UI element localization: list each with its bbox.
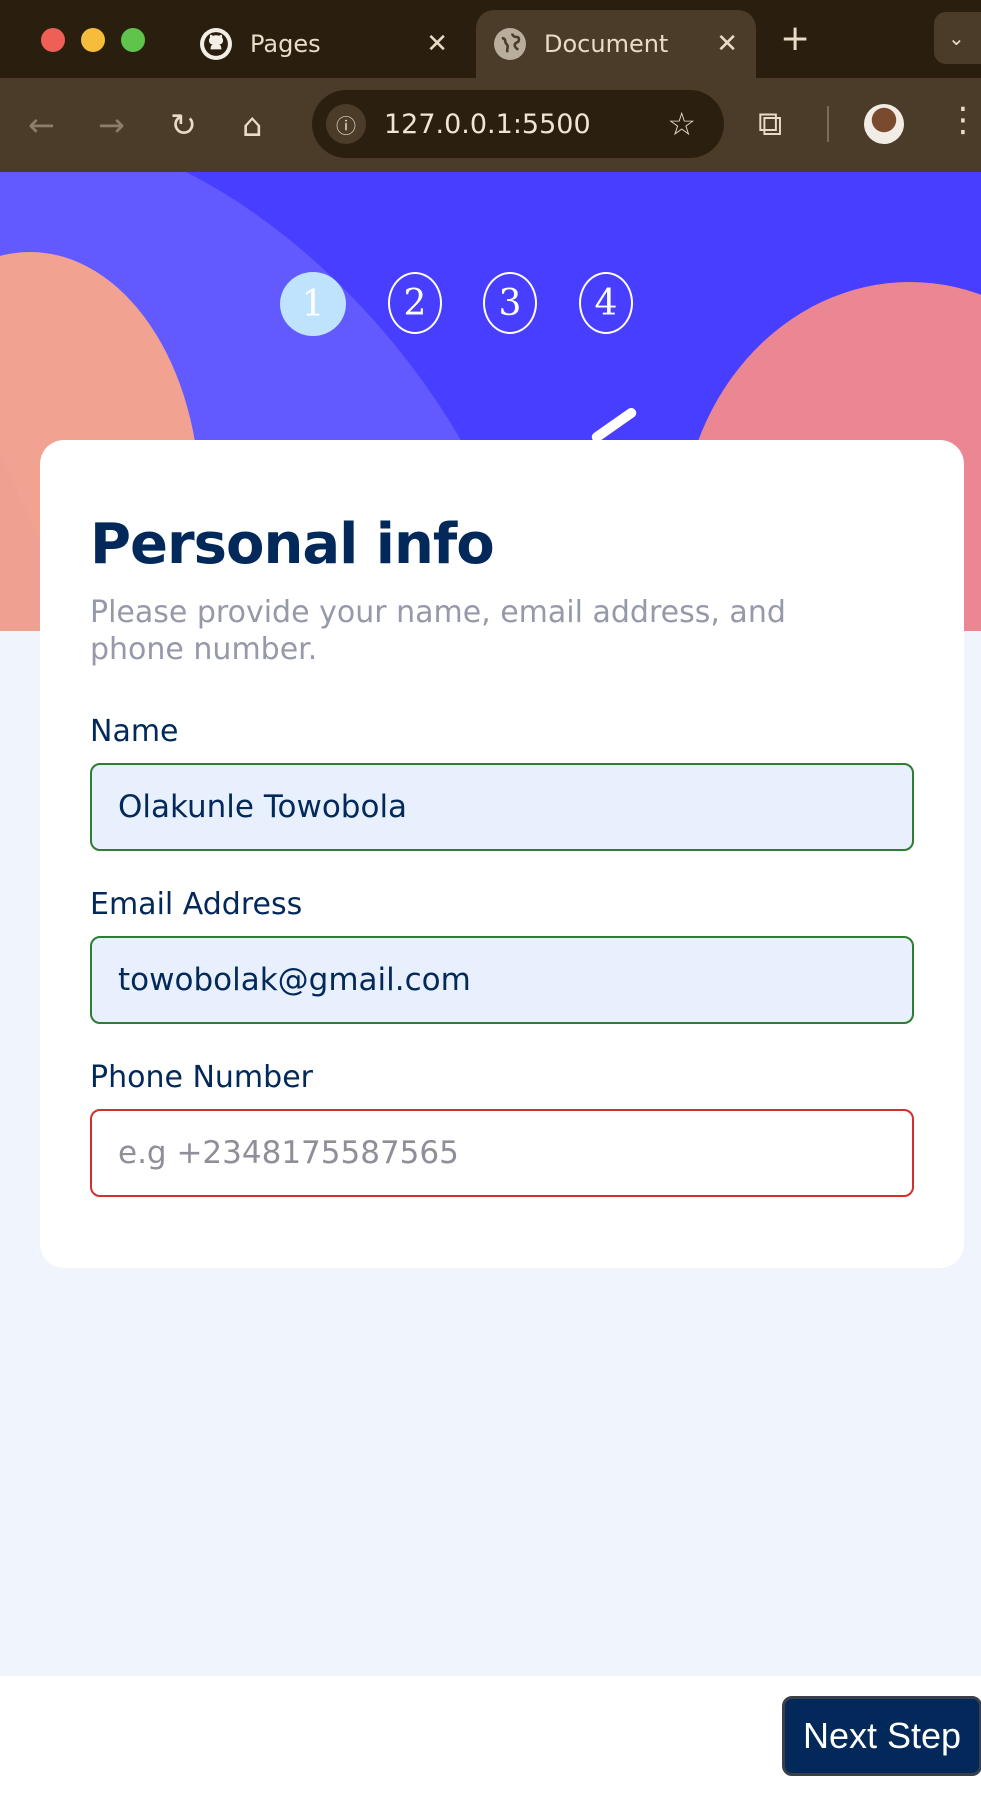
page-title: Personal info	[90, 512, 495, 577]
new-tab-button[interactable]: +	[780, 18, 810, 59]
tab-title: Pages	[250, 30, 321, 58]
form-footer: Next Step	[0, 1676, 981, 1796]
toolbar-divider	[827, 106, 829, 142]
tab-document[interactable]: Document ✕	[476, 10, 756, 78]
globe-icon	[494, 28, 526, 60]
step-3[interactable]: 3	[483, 272, 537, 334]
reload-icon[interactable]: ↻	[170, 106, 197, 144]
email-input[interactable]	[90, 936, 914, 1024]
step-4[interactable]: 4	[579, 272, 633, 334]
maximize-window-button[interactable]	[121, 28, 145, 52]
tab-title: Document	[544, 30, 669, 58]
url-text[interactable]: 127.0.0.1:5500	[384, 109, 667, 140]
close-window-button[interactable]	[41, 28, 65, 52]
tab-search-chevron-icon[interactable]: ⌄	[934, 12, 981, 64]
name-label: Name	[90, 714, 179, 749]
next-step-button[interactable]: Next Step	[782, 1696, 981, 1776]
step-1[interactable]: 1	[280, 272, 346, 336]
step-2[interactable]: 2	[388, 272, 442, 334]
profile-avatar[interactable]	[864, 104, 904, 144]
step-indicator: 1 2 3 4	[0, 272, 981, 336]
extensions-puzzle-icon[interactable]: ⧉	[758, 104, 782, 144]
email-label: Email Address	[90, 887, 303, 922]
site-info-icon[interactable]: ⓘ	[326, 104, 366, 144]
name-input[interactable]	[90, 763, 914, 851]
phone-label: Phone Number	[90, 1060, 313, 1095]
forward-arrow-icon[interactable]: →	[98, 106, 125, 144]
browser-tab-bar: Pages ✕ Document ✕ + ⌄	[0, 0, 981, 78]
github-icon	[200, 28, 232, 60]
phone-input[interactable]	[90, 1109, 914, 1197]
personal-info-card: Personal info Please provide your name, …	[40, 440, 964, 1268]
minimize-window-button[interactable]	[81, 28, 105, 52]
tab-pages[interactable]: Pages ✕	[182, 10, 466, 78]
back-arrow-icon[interactable]: ←	[28, 106, 55, 144]
address-bar[interactable]: ⓘ 127.0.0.1:5500 ☆	[312, 90, 724, 158]
decorative-stroke	[589, 405, 639, 445]
browser-menu-icon[interactable]: ⋮	[946, 100, 980, 140]
close-tab-icon[interactable]: ✕	[426, 29, 448, 59]
close-tab-icon[interactable]: ✕	[716, 29, 738, 59]
bookmark-star-icon[interactable]: ☆	[667, 105, 696, 143]
browser-toolbar: ← → ↻ ⌂ ⓘ 127.0.0.1:5500 ☆ ⧉ ⋮	[0, 78, 981, 172]
home-icon[interactable]: ⌂	[242, 106, 262, 144]
page-subtitle: Please provide your name, email address,…	[90, 595, 786, 667]
